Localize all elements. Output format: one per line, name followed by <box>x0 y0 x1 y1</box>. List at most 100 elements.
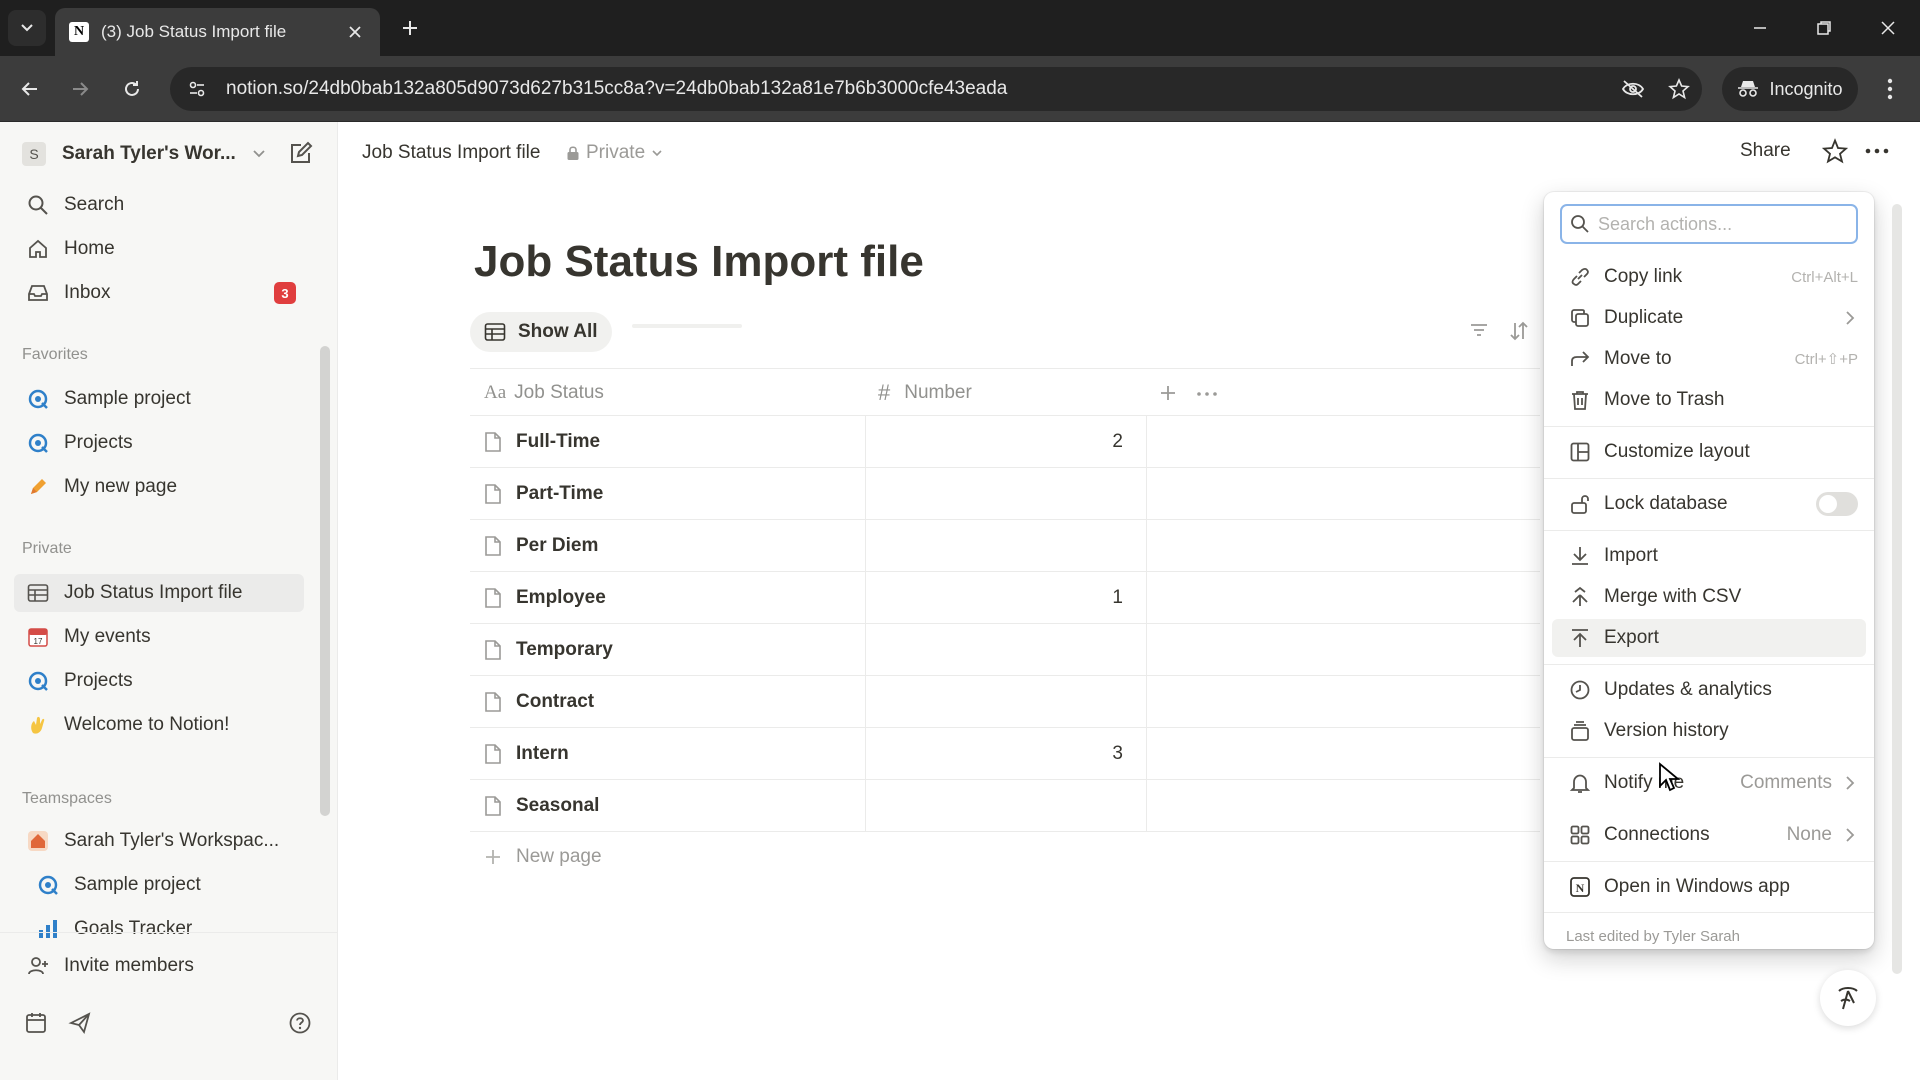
browser-menu-button[interactable] <box>1874 73 1906 105</box>
view-tab-show-all[interactable]: Show All <box>470 312 612 352</box>
menu-item-connections[interactable]: Connections None <box>1552 816 1866 854</box>
privacy-menu[interactable]: Private <box>566 142 663 164</box>
table-row[interactable]: Intern 3 <box>470 728 1540 780</box>
favorite-star-icon[interactable] <box>1822 138 1848 164</box>
row-number[interactable] <box>865 676 1135 728</box>
menu-item-move-to[interactable]: Move to Ctrl+⇧+P <box>1552 340 1866 378</box>
row-number[interactable] <box>865 780 1135 832</box>
help-icon[interactable] <box>288 1011 312 1035</box>
menu-item-open-windows-app[interactable]: N Open in Windows app <box>1552 868 1866 906</box>
menu-item-export[interactable]: Export <box>1552 619 1866 657</box>
invite-members-button[interactable]: Invite members <box>14 947 304 985</box>
filter-icon[interactable] <box>1468 320 1490 340</box>
sidebar-item-my-new-page[interactable]: My new page <box>14 468 304 506</box>
row-number[interactable] <box>865 624 1135 676</box>
browser-tab[interactable]: N (3) Job Status Import file <box>55 8 380 56</box>
menu-item-lock-database[interactable]: Lock database <box>1552 485 1866 523</box>
sidebar-scrollbar[interactable] <box>320 346 330 816</box>
new-page-button[interactable]: New page <box>484 832 602 882</box>
reload-button[interactable] <box>116 73 148 105</box>
search-actions-input[interactable] <box>1598 213 1838 235</box>
menu-item-copy-link[interactable]: Copy link Ctrl+Alt+L <box>1552 258 1866 296</box>
table-row[interactable]: Temporary <box>470 624 1540 676</box>
menu-item-import[interactable]: Import <box>1552 537 1866 575</box>
sidebar-item-my-events[interactable]: 17 My events <box>14 618 304 656</box>
calendar-app-icon[interactable] <box>24 1011 48 1035</box>
notify-value: Comments <box>1740 772 1832 793</box>
menu-item-notify-me[interactable]: Notify me Comments <box>1552 764 1866 802</box>
row-number[interactable]: 2 <box>865 416 1135 468</box>
row-number[interactable]: 3 <box>865 728 1135 780</box>
tab-search-button[interactable] <box>8 10 46 46</box>
close-window-button[interactable] <box>1856 0 1920 56</box>
more-vertical-icon <box>1887 78 1893 100</box>
clock-icon <box>1568 678 1592 702</box>
table-row[interactable]: Employee 1 <box>470 572 1540 624</box>
row-title: Part-Time <box>516 483 604 504</box>
row-title: Contract <box>516 691 595 712</box>
sidebar-item-sample-project-team[interactable]: Sample project <box>24 866 314 904</box>
sidebar-item-projects[interactable]: Projects <box>14 424 304 462</box>
row-number[interactable] <box>865 520 1135 572</box>
menu-scrollbar[interactable] <box>1892 204 1902 974</box>
menu-item-customize-layout[interactable]: Customize layout <box>1552 433 1866 471</box>
back-button[interactable] <box>14 73 46 105</box>
table-row[interactable]: Full-Time 2 <box>470 416 1540 468</box>
favorites-heading[interactable]: Favorites <box>22 346 88 364</box>
more-horizontal-icon[interactable] <box>1864 138 1890 164</box>
new-tab-button[interactable] <box>396 14 424 42</box>
address-bar[interactable]: notion.so/24db0bab132a805d9073d627b315cc… <box>170 67 1702 111</box>
tab-close-icon[interactable] <box>344 21 366 43</box>
menu-item-move-to-trash[interactable]: Move to Trash <box>1552 381 1866 419</box>
share-button[interactable]: Share <box>1740 140 1791 162</box>
table-row[interactable]: Contract <box>470 676 1540 728</box>
column-header-job-status[interactable]: Aa Job Status <box>484 369 864 417</box>
row-number[interactable]: 1 <box>865 572 1135 624</box>
send-icon[interactable] <box>68 1011 92 1035</box>
workspace-name: Sarah Tyler's Wor... <box>62 143 236 164</box>
eye-off-icon[interactable] <box>1610 79 1656 99</box>
more-horizontal-icon[interactable] <box>1196 391 1218 397</box>
sidebar-footer: Invite members <box>0 932 338 1080</box>
private-heading[interactable]: Private <box>22 540 72 558</box>
row-number[interactable] <box>865 468 1135 520</box>
new-page-compose-icon[interactable] <box>288 140 314 166</box>
column-header-number[interactable]: # Number <box>878 369 1148 417</box>
table-row[interactable]: Part-Time <box>470 468 1540 520</box>
url-text[interactable]: notion.so/24db0bab132a805d9073d627b315cc… <box>226 78 1610 100</box>
menu-item-updates-analytics[interactable]: Updates & analytics <box>1552 671 1866 709</box>
menu-item-version-history[interactable]: Version history <box>1552 712 1866 750</box>
table-row[interactable]: Seasonal <box>470 780 1540 832</box>
sidebar-item-projects-private[interactable]: Projects <box>14 662 304 700</box>
bookmark-star-icon[interactable] <box>1656 78 1702 100</box>
workspace-switcher[interactable]: S Sarah Tyler's Wor... <box>22 136 322 172</box>
sidebar-item-home[interactable]: Home <box>14 230 304 268</box>
menu-item-label: Duplicate <box>1604 307 1684 328</box>
sidebar-item-inbox[interactable]: Inbox 3 <box>14 274 304 312</box>
window-controls <box>1728 0 1920 56</box>
menu-item-duplicate[interactable]: Duplicate <box>1552 299 1866 337</box>
add-property-icon[interactable] <box>1158 383 1178 403</box>
teamspaces-heading[interactable]: Teamspaces <box>22 790 112 808</box>
forward-button[interactable] <box>64 73 96 105</box>
search-actions-field[interactable] <box>1560 204 1858 244</box>
minimize-button[interactable] <box>1728 0 1792 56</box>
table-row[interactable]: Per Diem <box>470 520 1540 572</box>
sidebar-item-label: Welcome to Notion! <box>64 714 230 735</box>
ai-assistant-button[interactable] <box>1820 970 1876 1026</box>
restore-button[interactable] <box>1792 0 1856 56</box>
menu-item-label: Connections <box>1604 824 1710 845</box>
sidebar-item-job-status-import-file[interactable]: Job Status Import file <box>14 574 304 612</box>
incognito-indicator[interactable]: Incognito <box>1722 67 1858 111</box>
menu-item-merge-csv[interactable]: Merge with CSV <box>1552 578 1866 616</box>
breadcrumb[interactable]: Job Status Import file <box>362 142 540 164</box>
lock-database-toggle[interactable] <box>1816 492 1858 516</box>
page-title[interactable]: Job Status Import file <box>474 237 924 287</box>
sidebar-item-teamspace[interactable]: Sarah Tyler's Workspac... <box>14 822 304 860</box>
site-info-icon[interactable] <box>176 67 218 111</box>
sidebar-item-welcome[interactable]: Welcome to Notion! <box>14 706 304 744</box>
sort-icon[interactable] <box>1508 320 1530 342</box>
sidebar-item-search[interactable]: Search <box>14 186 304 224</box>
sidebar-item-sample-project[interactable]: Sample project <box>14 380 304 418</box>
plus-icon <box>486 850 500 864</box>
